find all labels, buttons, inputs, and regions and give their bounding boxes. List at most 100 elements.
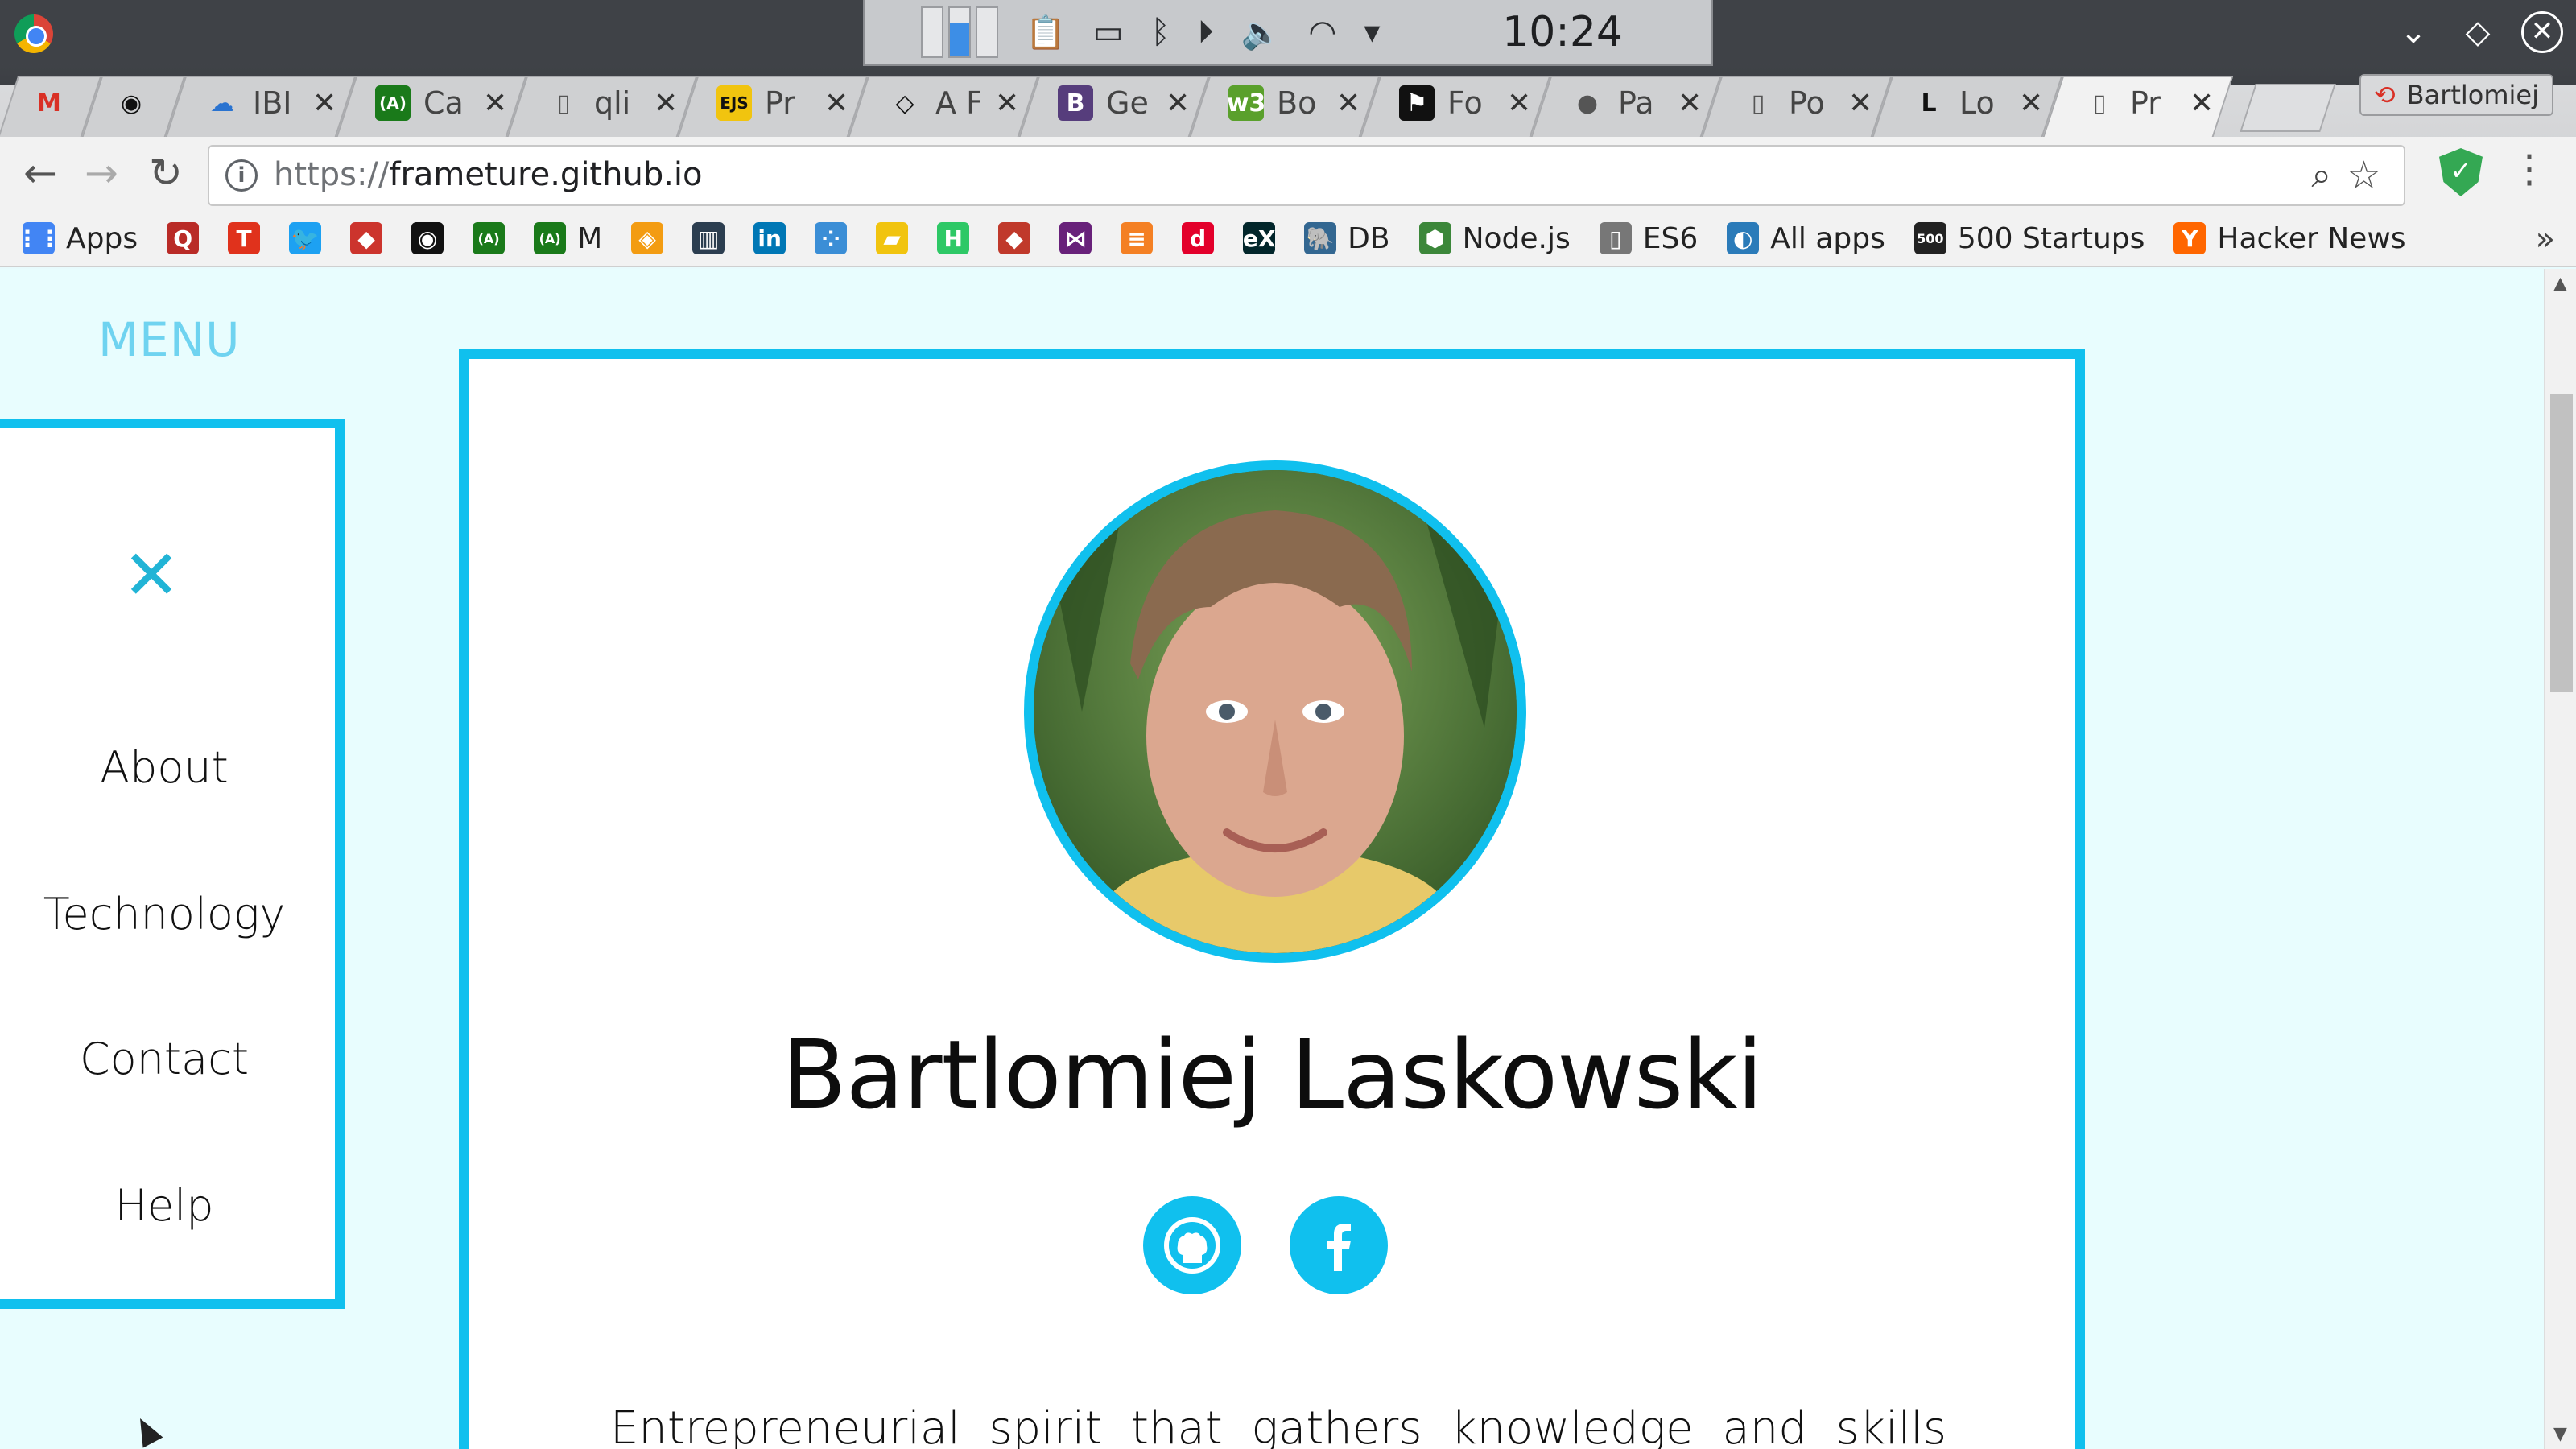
bookmark-6[interactable]: (A)	[473, 222, 506, 254]
media-play-icon[interactable]: ⏵	[1198, 14, 1214, 51]
tab-close-icon[interactable]: ✕	[824, 87, 848, 120]
tab-6[interactable]: ◇ A F ✕	[850, 69, 1021, 137]
tab-close-icon[interactable]: ✕	[483, 87, 507, 120]
bookmark-label: Apps	[66, 221, 138, 255]
bookmark-20[interactable]: ⬢ Node.js	[1418, 222, 1571, 255]
bookmark-13[interactable]: H	[937, 222, 970, 254]
new-tab-button[interactable]	[2248, 84, 2328, 132]
layers-icon: ◈	[631, 222, 664, 254]
bookmark-star-icon[interactable]: ☆	[2347, 153, 2381, 198]
github-link[interactable]	[1143, 1196, 1241, 1294]
tab-label: Ge	[1106, 85, 1149, 121]
bookmark-4[interactable]: ◆	[350, 222, 383, 254]
zoom-icon[interactable]: ⌕	[2311, 155, 2331, 196]
url-host: frameture.github.io	[389, 156, 703, 193]
tab-9[interactable]: ⚑ Fo ✕	[1362, 69, 1533, 137]
tab-close-icon[interactable]: ✕	[995, 87, 1019, 120]
bookmark-label: 500 Startups	[1957, 221, 2145, 255]
bookmark-5[interactable]: ◉	[411, 222, 444, 254]
apps-icon: ⋮⋮	[16, 222, 61, 254]
bookmark-15[interactable]: ⋈	[1059, 222, 1092, 254]
tab-11[interactable]: ▯ Po ✕	[1703, 69, 1874, 137]
tab-close-icon[interactable]: ✕	[2190, 87, 2214, 120]
profile-name: Bartlomiej	[2406, 80, 2539, 110]
window-close-icon[interactable]: ✕	[2521, 11, 2563, 53]
shield-extension-icon[interactable]: ✓	[2439, 148, 2483, 196]
facebook-icon	[1327, 1224, 1351, 1271]
tab-close-icon[interactable]: ✕	[1678, 87, 1702, 120]
tab-close-icon[interactable]: ✕	[654, 87, 678, 120]
bookmark-19[interactable]: 🐘 DB	[1304, 222, 1390, 255]
bookmark-3[interactable]: 🐦	[289, 222, 322, 254]
tab-7[interactable]: B Ge ✕	[1021, 69, 1191, 137]
tab-0[interactable]: M	[0, 69, 84, 137]
nav-item-help[interactable]: Help	[0, 1180, 335, 1231]
bookmark-16[interactable]: ≡	[1121, 222, 1154, 254]
bookmark-18[interactable]: eX	[1243, 222, 1275, 254]
scroll-down-icon[interactable]: ▼	[2553, 1424, 2567, 1444]
close-icon[interactable]: ✕	[122, 541, 180, 610]
tab-close-icon[interactable]: ✕	[1336, 87, 1360, 120]
bookmark-14[interactable]: ◆	[998, 222, 1031, 254]
maximize-icon[interactable]: ◇	[2457, 11, 2499, 53]
bookmark-12[interactable]: ▰	[876, 222, 909, 254]
github-icon: ◉	[411, 222, 444, 254]
tab-10[interactable]: ● Pa ✕	[1533, 69, 1703, 137]
bookmark-24[interactable]: Y Hacker News	[2174, 222, 2406, 255]
tab-close-icon[interactable]: ✕	[1848, 87, 1872, 120]
nav-item-contact[interactable]: Contact	[0, 1034, 335, 1084]
minimize-icon[interactable]: ⌄	[2392, 11, 2434, 53]
wifi-icon[interactable]: ◠	[1308, 14, 1336, 51]
chrome-logo-icon[interactable]	[14, 14, 53, 53]
tab-1[interactable]: ◉	[84, 69, 167, 137]
site-info-icon[interactable]: i	[225, 159, 258, 192]
tab-close-icon[interactable]: ✕	[1507, 87, 1531, 120]
gem-icon: ◆	[998, 222, 1031, 254]
facebook-link[interactable]	[1290, 1196, 1388, 1294]
forward-button[interactable]: →	[77, 150, 126, 196]
tab-close-icon[interactable]: ✕	[2019, 87, 2043, 120]
workspace-switcher[interactable]	[921, 6, 998, 58]
profile-button[interactable]: ⟲ Bartlomiej	[2359, 74, 2553, 116]
tab-close-icon[interactable]: ✕	[312, 87, 336, 120]
tab-12[interactable]: L Lo ✕	[1874, 69, 2045, 137]
bookmark-2[interactable]: T	[228, 222, 261, 254]
bookmark-1[interactable]: Q	[167, 222, 200, 254]
tab-13[interactable]: ▯ Pr ✕	[2045, 69, 2215, 137]
hackerrank-icon: H	[937, 222, 970, 254]
nav-item-about[interactable]: About	[0, 742, 335, 793]
bookmark-0[interactable]: ⋮⋮ Apps	[16, 221, 138, 255]
volume-icon[interactable]: 🔈	[1241, 14, 1282, 52]
tab-2[interactable]: ☁ IBI ✕	[167, 69, 338, 137]
bookmark-7[interactable]: (A) M	[534, 222, 602, 255]
bluetooth-icon[interactable]: ᛒ	[1151, 14, 1170, 51]
battery-icon[interactable]: ▭	[1093, 14, 1124, 51]
menu-kebab-icon[interactable]: ⋮	[2510, 147, 2549, 192]
scroll-up-icon[interactable]: ▲	[2553, 274, 2567, 294]
tab-4[interactable]: ▯ qli ✕	[509, 69, 679, 137]
menu-title[interactable]: MENU	[98, 312, 241, 367]
tab-8[interactable]: w3 Bo ✕	[1191, 69, 1362, 137]
bookmark-10[interactable]: in	[753, 222, 786, 254]
page-scrollbar[interactable]: ▲ ▼	[2544, 269, 2576, 1449]
address-bar[interactable]: i https://frameture.github.io ⌕ ☆	[208, 145, 2405, 206]
scroll-thumb[interactable]	[2550, 394, 2573, 692]
nav-item-technology[interactable]: Technology	[0, 889, 335, 939]
tray-dropdown-icon[interactable]: ▾	[1364, 14, 1380, 51]
tab-close-icon[interactable]: ✕	[1166, 87, 1190, 120]
bookmark-9[interactable]: ▥	[692, 222, 725, 254]
bookmark-17[interactable]: d	[1182, 222, 1215, 254]
reload-button[interactable]: ↻	[142, 150, 190, 196]
tab-5[interactable]: EJS Pr ✕	[679, 69, 850, 137]
profile-name-heading: Bartlomiej Laskowski	[781, 1019, 1764, 1130]
bookmark-11[interactable]: ⁘	[815, 222, 848, 254]
tab-3[interactable]: (A) Ca ✕	[338, 69, 509, 137]
bookmark-22[interactable]: ◐ All apps	[1727, 222, 1885, 255]
back-button[interactable]: ←	[16, 150, 64, 196]
bookmark-21[interactable]: ▯ ES6	[1599, 222, 1698, 255]
clipboard-icon[interactable]: 📋	[1026, 14, 1066, 52]
url-text[interactable]: https://frameture.github.io	[274, 156, 703, 193]
bookmarks-overflow-button[interactable]: »	[2536, 221, 2555, 258]
bookmark-8[interactable]: ◈	[631, 222, 664, 254]
bookmark-23[interactable]: 500 500 Startups	[1913, 221, 2145, 255]
